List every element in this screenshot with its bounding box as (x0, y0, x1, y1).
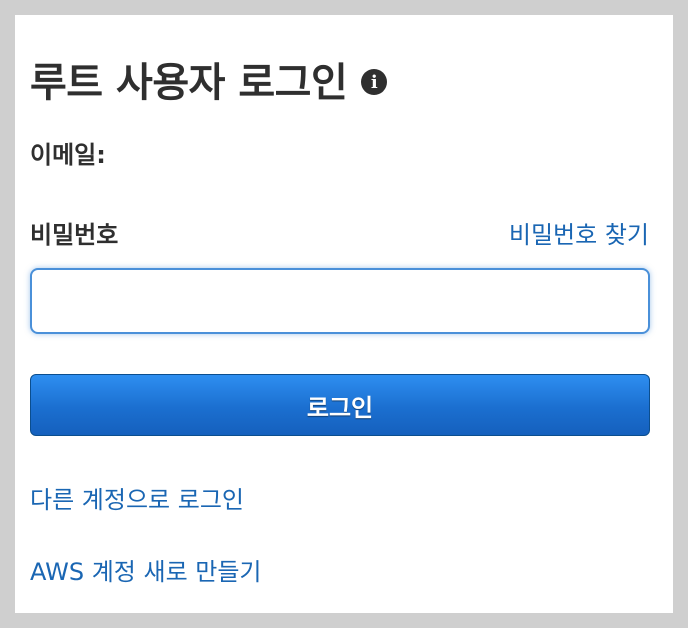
login-button[interactable]: 로그인 (30, 374, 650, 436)
info-icon[interactable]: i (361, 69, 388, 95)
password-label: 비밀번호 (30, 221, 119, 249)
page-title: 루트 사용자 로그인 (30, 60, 348, 106)
forgot-password-link[interactable]: 비밀번호 찾기 (509, 215, 649, 250)
title-row: 루트 사용자 로그인 i (30, 51, 388, 107)
create-aws-account-link[interactable]: AWS 계정 새로 만들기 (30, 552, 262, 587)
other-account-login-link[interactable]: 다른 계정으로 로그인 (30, 480, 244, 515)
login-card: 루트 사용자 로그인 i 이메일: 비밀번호 비밀번호 찾기 로그인 다른 계정… (15, 15, 673, 613)
email-label: 이메일: (30, 141, 106, 169)
password-input[interactable] (30, 268, 650, 334)
